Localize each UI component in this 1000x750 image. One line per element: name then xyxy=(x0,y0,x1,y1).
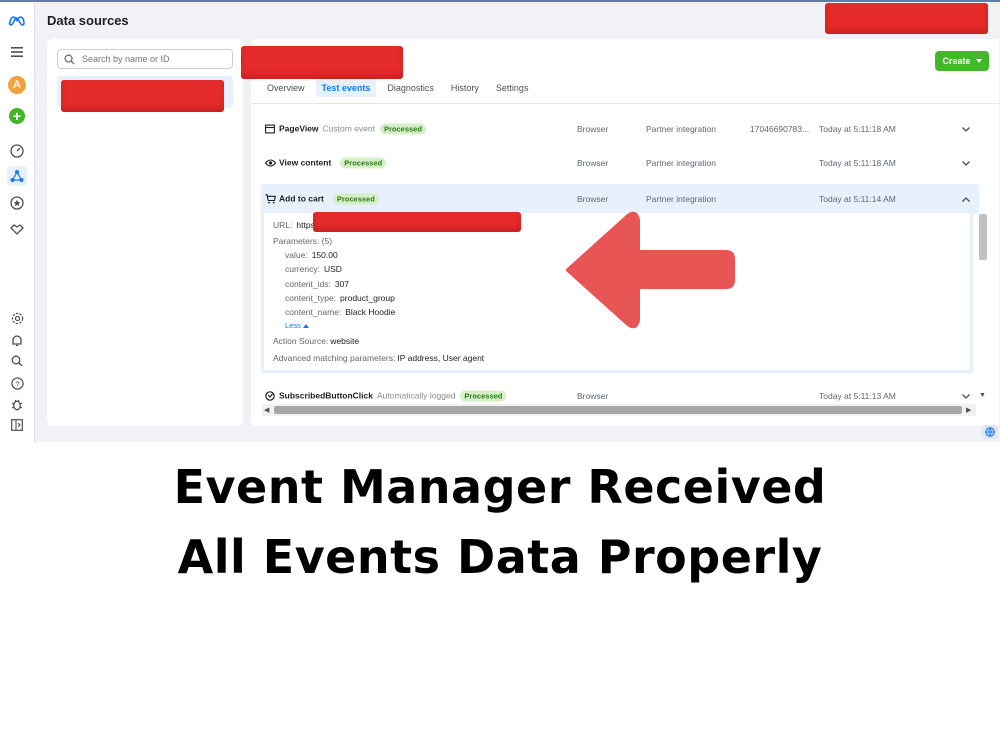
event-row-view-content[interactable]: View content Processed Browser Partner in… xyxy=(261,148,979,178)
param-value: USD xyxy=(323,264,342,274)
panel-icon[interactable] xyxy=(7,415,27,435)
events-manager-screen: A + ? Data sources Search by name or ID … xyxy=(0,0,1000,442)
caption-line-2: All Events Data Properly xyxy=(177,530,823,584)
gauge-icon[interactable] xyxy=(7,141,27,161)
event-subtitle: Automatically logged xyxy=(376,390,456,401)
event-source: Browser xyxy=(577,124,609,134)
browser-window-icon xyxy=(265,124,275,134)
search-icon xyxy=(64,54,75,65)
action-source-value: website xyxy=(330,336,360,346)
auto-logged-icon xyxy=(265,391,275,401)
page-title: Data sources xyxy=(47,13,129,28)
caret-down-icon xyxy=(975,59,982,63)
event-time: Today at 5:11:14 AM xyxy=(819,194,896,204)
chevron-down-icon[interactable] xyxy=(962,391,970,401)
advanced-matching-label: Advanced matching parameters: xyxy=(273,353,396,363)
eye-icon xyxy=(265,159,276,167)
event-name: SubscribedButtonClick xyxy=(279,390,373,401)
url-label: URL: xyxy=(273,220,293,230)
event-source: Browser xyxy=(577,194,609,204)
add-icon[interactable]: + xyxy=(7,106,27,126)
star-icon[interactable] xyxy=(7,193,27,213)
tab-diagnostics[interactable]: Diagnostics xyxy=(381,79,440,97)
horizontal-scroll-thumb[interactable] xyxy=(274,406,962,414)
tab-history[interactable]: History xyxy=(445,79,485,97)
meta-logo-icon[interactable] xyxy=(7,10,27,30)
search-input[interactable] xyxy=(80,53,224,65)
status-badge: Processed xyxy=(332,193,379,205)
event-subtitle: Custom event xyxy=(322,123,375,134)
param-key: content_type: xyxy=(285,293,337,303)
chevron-up-icon[interactable] xyxy=(962,194,970,204)
search-icon[interactable] xyxy=(7,351,27,371)
create-button[interactable]: Create xyxy=(935,51,989,71)
status-badge: Processed xyxy=(380,123,426,135)
action-source-label: Action Source: xyxy=(273,336,329,346)
param-key: value: xyxy=(285,250,308,260)
scroll-down-arrow-icon[interactable]: ▼ xyxy=(979,392,986,399)
redacted-source-name xyxy=(61,80,224,112)
less-link[interactable]: Less xyxy=(285,321,309,330)
avatar-wrap[interactable]: A xyxy=(7,75,27,95)
cart-icon xyxy=(265,194,276,204)
event-name: Add to cart xyxy=(279,193,324,204)
tab-overview[interactable]: Overview xyxy=(261,79,311,97)
param-key: currency: xyxy=(285,264,320,274)
event-source: Browser xyxy=(577,391,609,401)
event-name: View content xyxy=(279,157,332,168)
advanced-matching-value: IP address, User agent xyxy=(397,353,485,363)
bug-icon[interactable] xyxy=(7,394,27,414)
create-button-label: Create xyxy=(942,56,971,66)
param-value: 307 xyxy=(334,279,350,289)
event-source: Browser xyxy=(577,158,609,168)
event-id: 17046690783... xyxy=(750,124,810,134)
search-field[interactable] xyxy=(57,49,233,69)
event-time: Today at 5:11:13 AM xyxy=(819,391,896,401)
redacted-account-bar xyxy=(825,3,988,34)
event-name: PageView xyxy=(279,123,319,134)
redacted-pixel-name xyxy=(241,46,403,79)
event-row-pageview[interactable]: PageView Custom event Processed Browser Pa… xyxy=(261,114,979,144)
param-key: content_ids: xyxy=(285,279,331,289)
param-key: content_name: xyxy=(285,307,342,317)
event-integration: Partner integration xyxy=(646,194,716,204)
event-integration: Partner integration xyxy=(646,158,716,168)
event-time: Today at 5:11:18 AM xyxy=(819,124,896,134)
scroll-right-arrow-icon[interactable]: ▶ xyxy=(966,406,971,414)
scroll-left-arrow-icon[interactable]: ◀ xyxy=(264,406,269,414)
param-value: product_group xyxy=(340,293,395,303)
red-arrow-annotation xyxy=(560,208,740,337)
events-manager-icon[interactable] xyxy=(7,166,27,186)
event-time: Today at 5:11:18 AM xyxy=(819,158,896,168)
help-globe-icon[interactable] xyxy=(982,425,998,439)
tab-test-events[interactable]: Test events xyxy=(315,79,377,97)
status-badge: Processed xyxy=(460,390,507,402)
settings-icon[interactable] xyxy=(7,308,27,328)
left-rail: A + ? xyxy=(0,2,35,442)
menu-icon[interactable] xyxy=(7,42,27,62)
param-value: 150.00 xyxy=(311,250,338,260)
param-value: Black Hoodie xyxy=(345,307,396,317)
chevron-down-icon[interactable] xyxy=(962,158,970,168)
chevron-down-icon[interactable] xyxy=(962,124,970,134)
redacted-url xyxy=(313,212,521,232)
help-icon[interactable]: ? xyxy=(7,373,27,393)
status-badge: Processed xyxy=(340,157,387,169)
vertical-scroll-thumb[interactable] xyxy=(979,214,987,260)
tab-bar: Overview Test events Diagnostics History… xyxy=(261,79,539,97)
tab-settings[interactable]: Settings xyxy=(490,79,535,97)
caption-line-1: Event Manager Received xyxy=(173,460,827,514)
tabs-divider xyxy=(251,103,999,104)
svg-text:?: ? xyxy=(15,379,19,388)
caption: Event Manager Received All Events Data P… xyxy=(0,452,1000,592)
parameters-label: Parameters: (5) xyxy=(273,236,333,246)
event-integration: Partner integration xyxy=(646,124,716,134)
caret-up-icon xyxy=(302,324,309,328)
partner-icon[interactable] xyxy=(7,219,27,239)
less-link-label: Less xyxy=(285,321,301,330)
bell-icon[interactable] xyxy=(7,330,27,350)
avatar[interactable]: A xyxy=(8,76,26,94)
